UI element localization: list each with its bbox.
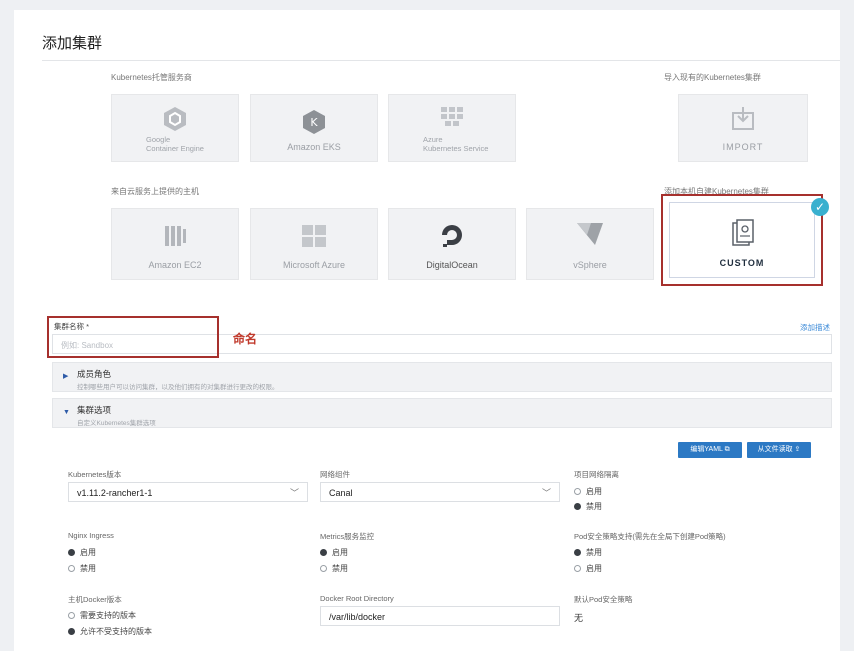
docker-version-option-supported[interactable]: 需要支持的版本 — [68, 610, 136, 621]
network-value: Canal — [329, 488, 353, 498]
member-roles-title: 成员角色 — [77, 369, 112, 379]
cluster-options-title: 集群选项 — [77, 405, 112, 415]
eks-icon: K — [251, 109, 377, 135]
gke-label: Google Container Engine — [146, 135, 204, 153]
docker-version-option-unsupported[interactable]: 允许不受支持的版本 — [68, 626, 152, 637]
radio-off-icon — [574, 565, 581, 572]
radio-on-icon — [68, 628, 75, 635]
member-roles-panel[interactable]: ▶ 成员角色 控制哪些用户可以访问集群，以及他们拥有的对集群进行更改的权限。 — [52, 362, 832, 392]
page-title: 添加集群 — [42, 35, 103, 52]
digitalocean-label: DigitalOcean — [426, 260, 478, 270]
pod-security-label: Pod安全策略支持(需先在全局下创建Pod策略) — [574, 532, 726, 541]
expand-right-icon: ▶ — [63, 373, 69, 380]
docker-version-label: 主机Docker版本 — [68, 595, 122, 604]
chevron-down-icon: ﹀ — [541, 488, 551, 498]
isolation-label: 项目网络隔离 — [574, 470, 619, 479]
custom-server-icon — [670, 217, 814, 249]
provider-tile-azure[interactable]: Microsoft Azure — [250, 208, 378, 280]
gke-icon — [112, 105, 238, 133]
k8s-version-value: v1.11.2-rancher1-1 — [77, 488, 153, 498]
ec2-label: Amazon EC2 — [148, 260, 202, 270]
network-label: 网络组件 — [320, 470, 350, 479]
isolation-option-enable[interactable]: 启用 — [574, 486, 602, 497]
read-from-file-button[interactable]: 从文件读取 ⇪ — [747, 442, 811, 458]
radio-on-icon — [574, 503, 581, 510]
k8s-version-select[interactable]: v1.11.2-rancher1-1 ﹀ — [68, 482, 308, 502]
eks-label: Amazon EKS — [287, 142, 341, 152]
provider-tile-import[interactable]: IMPORT — [678, 94, 808, 162]
add-cluster-page: 添加集群 Kubernetes托管服务商 导入现有的Kubernetes集群 G… — [14, 10, 840, 651]
metrics-label: Metrics服务监控 — [320, 532, 375, 541]
provider-tile-custom[interactable]: CUSTOM — [669, 202, 815, 278]
provider-tile-digitalocean[interactable]: DigitalOcean — [388, 208, 516, 280]
vsphere-label: vSphere — [573, 260, 607, 270]
section-import-label: 导入现有的Kubernetes集群 — [664, 73, 761, 82]
isolation-option-disable[interactable]: 禁用 — [574, 501, 602, 512]
upload-icon: ⇪ — [794, 446, 801, 453]
metrics-option-disable[interactable]: 禁用 — [320, 563, 348, 574]
provider-tile-gke[interactable]: Google Container Engine — [111, 94, 239, 162]
import-icon — [679, 105, 807, 133]
vsphere-icon — [527, 221, 653, 247]
cluster-options-desc: 自定义Kubernetes集群选项 — [77, 420, 156, 427]
section-hosted-label: Kubernetes托管服务商 — [111, 73, 192, 82]
nginx-option-enable[interactable]: 启用 — [68, 547, 96, 558]
nginx-label: Nginx Ingress — [68, 531, 114, 540]
naming-annotation: 命名 — [233, 332, 258, 346]
radio-on-icon — [68, 549, 75, 556]
member-roles-desc: 控制哪些用户可以访问集群，以及他们拥有的对集群进行更改的权限。 — [77, 384, 279, 391]
ec2-icon — [112, 223, 238, 249]
provider-tile-aks[interactable]: Azure Kubernetes Service — [388, 94, 516, 162]
edit-yaml-button[interactable]: 编辑YAML ⧉ — [678, 442, 742, 458]
custom-label: CUSTOM — [719, 258, 765, 268]
radio-off-icon — [320, 565, 327, 572]
metrics-option-enable[interactable]: 启用 — [320, 547, 348, 558]
cluster-options-panel[interactable]: ▼ 集群选项 自定义Kubernetes集群选项 — [52, 398, 832, 428]
copy-icon: ⧉ — [724, 446, 730, 453]
radio-on-icon — [574, 549, 581, 556]
pod-security-option-disable[interactable]: 禁用 — [574, 547, 602, 558]
pod-security-option-enable[interactable]: 启用 — [574, 563, 602, 574]
radio-off-icon — [68, 565, 75, 572]
radio-off-icon — [574, 488, 581, 495]
add-description-link[interactable]: 添加描述 — [800, 322, 830, 333]
network-select[interactable]: Canal ﹀ — [320, 482, 560, 502]
chevron-down-icon: ﹀ — [289, 488, 299, 498]
title-divider — [42, 60, 840, 61]
docker-root-label: Docker Root Directory — [320, 594, 394, 603]
digitalocean-icon — [389, 221, 515, 249]
provider-tile-vsphere[interactable]: vSphere — [526, 208, 654, 280]
expand-down-icon: ▼ — [63, 409, 70, 416]
provider-tile-eks[interactable]: K Amazon EKS — [250, 94, 378, 162]
docker-root-input[interactable]: /var/lib/docker — [320, 606, 560, 626]
nginx-option-disable[interactable]: 禁用 — [68, 563, 96, 574]
k8s-version-label: Kubernetes版本 — [68, 470, 122, 479]
cluster-name-highlight — [47, 316, 219, 358]
selected-check-icon: ✓ — [811, 198, 829, 216]
import-label: IMPORT — [722, 142, 764, 152]
radio-off-icon — [68, 612, 75, 619]
aks-icon — [389, 105, 515, 129]
windows-icon — [251, 223, 377, 249]
radio-on-icon — [320, 549, 327, 556]
svg-text:K: K — [310, 116, 318, 129]
azure-label: Microsoft Azure — [282, 260, 346, 270]
default-psp-label: 默认Pod安全策略 — [574, 595, 633, 604]
provider-tile-ec2[interactable]: Amazon EC2 — [111, 208, 239, 280]
default-psp-value: 无 — [574, 613, 584, 623]
section-cloud-label: 来自云服务上提供的主机 — [111, 187, 199, 196]
aks-label: Azure Kubernetes Service — [423, 135, 489, 153]
